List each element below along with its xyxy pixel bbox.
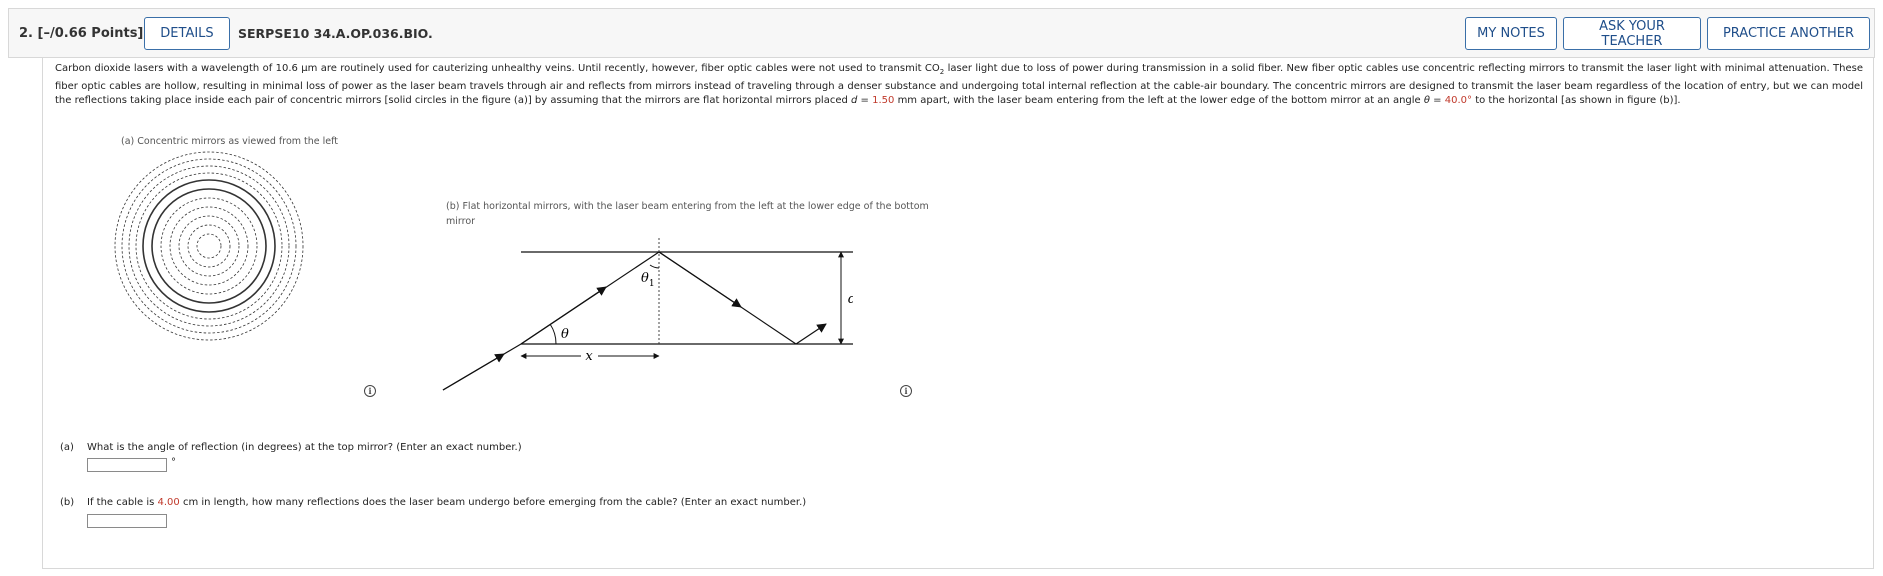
label-d: d bbox=[848, 292, 853, 307]
question-panel: Carbon dioxide lasers with a wavelength … bbox=[42, 58, 1874, 569]
problem-text-1: Carbon dioxide lasers with a wavelength … bbox=[55, 63, 940, 74]
question-a-text: What is the angle of reflection (in degr… bbox=[87, 442, 522, 453]
problem-statement: Carbon dioxide lasers with a wavelength … bbox=[55, 62, 1863, 109]
dashed-circle bbox=[187, 224, 231, 268]
question-a-label: (a) bbox=[60, 442, 74, 453]
cable-length-value: 4.00 bbox=[157, 497, 180, 508]
practice-another-button[interactable]: PRACTICE ANOTHER bbox=[1707, 17, 1870, 50]
question-header: 2. [–/0.66 Points] DETAILS SERPSE10 34.A… bbox=[8, 8, 1875, 58]
theta1-arc bbox=[649, 264, 660, 269]
dashed-circle bbox=[121, 158, 297, 334]
problem-reference: SERPSE10 34.A.OP.036.BIO. bbox=[238, 26, 433, 41]
figure-b-caption-line-2: mirror bbox=[446, 216, 476, 227]
ask-teacher-button[interactable]: ASK YOUR TEACHER bbox=[1563, 17, 1701, 50]
incoming-beam-arrow bbox=[442, 353, 505, 391]
question-b-text-prefix: If the cable is bbox=[87, 497, 158, 508]
figure-a-concentric-mirrors bbox=[114, 151, 304, 341]
equals-1: = bbox=[857, 95, 873, 106]
problem-text-3: mm apart, with the laser beam entering f… bbox=[894, 95, 1424, 106]
figure-a-caption: (a) Concentric mirrors as viewed from th… bbox=[121, 136, 339, 147]
d-value: 1.50 bbox=[872, 95, 895, 106]
solid-mirror-circle bbox=[142, 179, 276, 313]
label-theta1-subscript: 1 bbox=[649, 279, 655, 289]
dashed-circle bbox=[169, 206, 249, 286]
label-x: x bbox=[585, 349, 593, 364]
figure-b-flat-mirrors-diagram: x d θ θ1 bbox=[442, 238, 853, 391]
dashed-circle bbox=[135, 172, 283, 320]
question-b-text-suffix: cm in length, how many reflections does … bbox=[179, 497, 807, 508]
points-label: [–/0.66 Points] bbox=[37, 26, 144, 41]
label-theta: θ bbox=[561, 327, 569, 342]
label-theta1: θ1 bbox=[641, 271, 655, 289]
question-b-label: (b) bbox=[60, 497, 75, 508]
figure-b-caption: (b) Flat horizontal mirrors, with the la… bbox=[446, 199, 929, 229]
outgoing-beam bbox=[795, 323, 827, 345]
answer-a-input[interactable] bbox=[87, 458, 167, 472]
question-number: 2. bbox=[19, 26, 33, 41]
beam-down-arrow bbox=[658, 251, 742, 308]
problem-text-4: to the horizontal [as shown in figure (b… bbox=[1472, 95, 1681, 106]
equals-2: = bbox=[1430, 95, 1445, 106]
my-notes-button[interactable]: MY NOTES bbox=[1465, 17, 1557, 50]
question-b-text: If the cable is 4.00 cm in length, how m… bbox=[87, 497, 806, 508]
solid-mirror-circle bbox=[151, 188, 267, 304]
figure-b-caption-line-1: (b) Flat horizontal mirrors, with the la… bbox=[446, 201, 929, 212]
theta-arc bbox=[549, 323, 557, 345]
details-button[interactable]: DETAILS bbox=[144, 17, 230, 50]
theta-value: 40.0° bbox=[1444, 95, 1473, 106]
answer-b-input[interactable] bbox=[87, 514, 167, 528]
question-number-points: 2. [–/0.66 Points] bbox=[19, 26, 143, 41]
dashed-circle bbox=[128, 165, 290, 327]
dashed-circle bbox=[196, 233, 222, 259]
info-icon[interactable]: i bbox=[900, 385, 912, 397]
info-icon[interactable]: i bbox=[364, 385, 376, 397]
label-theta1-symbol: θ bbox=[641, 271, 649, 286]
degree-unit: ° bbox=[171, 457, 176, 468]
dashed-circle bbox=[160, 197, 258, 295]
